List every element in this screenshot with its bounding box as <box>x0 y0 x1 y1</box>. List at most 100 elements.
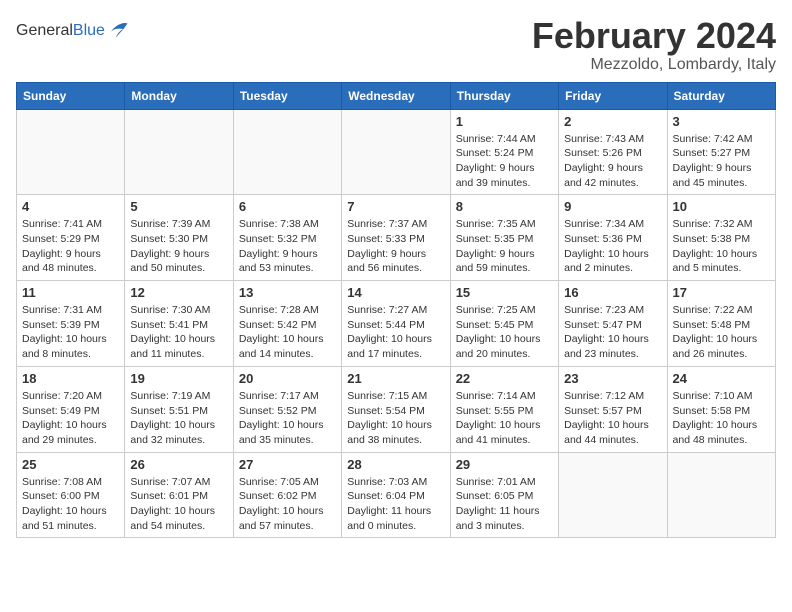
day-info: Sunrise: 7:44 AMSunset: 5:24 PMDaylight:… <box>456 132 553 191</box>
day-info: Sunrise: 7:41 AMSunset: 5:29 PMDaylight:… <box>22 217 119 276</box>
calendar-cell: 18 Sunrise: 7:20 AMSunset: 5:49 PMDayligh… <box>17 366 125 452</box>
day-info: Sunrise: 7:22 AMSunset: 5:48 PMDaylight:… <box>673 303 770 362</box>
day-number: 6 <box>239 199 336 214</box>
day-info: Sunrise: 7:30 AMSunset: 5:41 PMDaylight:… <box>130 303 227 362</box>
day-number: 1 <box>456 114 553 129</box>
weekday-header-friday: Friday <box>559 82 667 109</box>
logo-general-text: General <box>16 22 73 39</box>
day-info: Sunrise: 7:42 AMSunset: 5:27 PMDaylight:… <box>673 132 770 191</box>
calendar-cell: 14 Sunrise: 7:27 AMSunset: 5:44 PMDayligh… <box>342 281 450 367</box>
weekday-header-tuesday: Tuesday <box>233 82 341 109</box>
day-info: Sunrise: 7:38 AMSunset: 5:32 PMDaylight:… <box>239 217 336 276</box>
day-number: 13 <box>239 285 336 300</box>
logo: GeneralBlue <box>16 20 129 42</box>
calendar-week-row: 1 Sunrise: 7:44 AMSunset: 5:24 PMDaylight… <box>17 109 776 195</box>
day-info: Sunrise: 7:28 AMSunset: 5:42 PMDaylight:… <box>239 303 336 362</box>
calendar-table: SundayMondayTuesdayWednesdayThursdayFrid… <box>16 82 776 539</box>
day-info: Sunrise: 7:31 AMSunset: 5:39 PMDaylight:… <box>22 303 119 362</box>
calendar-cell: 21 Sunrise: 7:15 AMSunset: 5:54 PMDayligh… <box>342 366 450 452</box>
day-number: 24 <box>673 371 770 386</box>
day-number: 4 <box>22 199 119 214</box>
calendar-cell: 20Sunrise: 7:17 AMSunset: 5:52 PMDayligh… <box>233 366 341 452</box>
day-info: Sunrise: 7:23 AMSunset: 5:47 PMDaylight:… <box>564 303 661 362</box>
calendar-cell: 23 Sunrise: 7:12 AMSunset: 5:57 PMDayligh… <box>559 366 667 452</box>
calendar-cell: 12Sunrise: 7:30 AMSunset: 5:41 PMDayligh… <box>125 281 233 367</box>
day-number: 10 <box>673 199 770 214</box>
weekday-header-thursday: Thursday <box>450 82 558 109</box>
day-number: 18 <box>22 371 119 386</box>
day-info: Sunrise: 7:39 AMSunset: 5:30 PMDaylight:… <box>130 217 227 276</box>
day-number: 26 <box>130 457 227 472</box>
day-info: Sunrise: 7:08 AMSunset: 6:00 PMDaylight:… <box>22 475 119 534</box>
day-info: Sunrise: 7:27 AMSunset: 5:44 PMDaylight:… <box>347 303 444 362</box>
calendar-cell: 24 Sunrise: 7:10 AMSunset: 5:58 PMDayligh… <box>667 366 775 452</box>
calendar-cell: 19Sunrise: 7:19 AMSunset: 5:51 PMDayligh… <box>125 366 233 452</box>
day-number: 22 <box>456 371 553 386</box>
calendar-cell: 22 Sunrise: 7:14 AMSunset: 5:55 PMDayligh… <box>450 366 558 452</box>
day-number: 16 <box>564 285 661 300</box>
day-info: Sunrise: 7:12 AMSunset: 5:57 PMDaylight:… <box>564 389 661 448</box>
day-info: Sunrise: 7:35 AMSunset: 5:35 PMDaylight:… <box>456 217 553 276</box>
day-number: 27 <box>239 457 336 472</box>
day-info: Sunrise: 7:32 AMSunset: 5:38 PMDaylight:… <box>673 217 770 276</box>
calendar-cell: 26 Sunrise: 7:07 AMSunset: 6:01 PMDayligh… <box>125 452 233 538</box>
day-number: 11 <box>22 285 119 300</box>
weekday-header-wednesday: Wednesday <box>342 82 450 109</box>
day-number: 19 <box>130 371 227 386</box>
calendar-cell <box>125 109 233 195</box>
day-info: Sunrise: 7:05 AMSunset: 6:02 PMDaylight:… <box>239 475 336 534</box>
day-number: 17 <box>673 285 770 300</box>
weekday-header-saturday: Saturday <box>667 82 775 109</box>
weekday-header-row: SundayMondayTuesdayWednesdayThursdayFrid… <box>17 82 776 109</box>
calendar-cell <box>17 109 125 195</box>
day-number: 21 <box>347 371 444 386</box>
calendar-cell: 28Sunrise: 7:03 AMSunset: 6:04 PMDayligh… <box>342 452 450 538</box>
day-info: Sunrise: 7:14 AMSunset: 5:55 PMDaylight:… <box>456 389 553 448</box>
page-header: GeneralBlue February 2024 Mezzoldo, Lomb… <box>16 16 776 74</box>
calendar-cell <box>667 452 775 538</box>
calendar-week-row: 25 Sunrise: 7:08 AMSunset: 6:00 PMDayligh… <box>17 452 776 538</box>
weekday-header-monday: Monday <box>125 82 233 109</box>
day-number: 7 <box>347 199 444 214</box>
calendar-cell: 6 Sunrise: 7:38 AMSunset: 5:32 PMDaylight… <box>233 195 341 281</box>
day-info: Sunrise: 7:07 AMSunset: 6:01 PMDaylight:… <box>130 475 227 534</box>
calendar-cell: 15 Sunrise: 7:25 AMSunset: 5:45 PMDayligh… <box>450 281 558 367</box>
day-number: 15 <box>456 285 553 300</box>
calendar-cell: 27 Sunrise: 7:05 AMSunset: 6:02 PMDayligh… <box>233 452 341 538</box>
logo-bird-icon <box>107 20 129 42</box>
day-number: 14 <box>347 285 444 300</box>
day-number: 28 <box>347 457 444 472</box>
calendar-week-row: 11 Sunrise: 7:31 AMSunset: 5:39 PMDayligh… <box>17 281 776 367</box>
calendar-cell: 13 Sunrise: 7:28 AMSunset: 5:42 PMDayligh… <box>233 281 341 367</box>
calendar-cell: 8 Sunrise: 7:35 AMSunset: 5:35 PMDaylight… <box>450 195 558 281</box>
title-block: February 2024 Mezzoldo, Lombardy, Italy <box>532 16 776 74</box>
month-title: February 2024 <box>532 16 776 56</box>
calendar-cell: 7Sunrise: 7:37 AMSunset: 5:33 PMDaylight… <box>342 195 450 281</box>
day-info: Sunrise: 7:20 AMSunset: 5:49 PMDaylight:… <box>22 389 119 448</box>
day-number: 2 <box>564 114 661 129</box>
calendar-cell: 29 Sunrise: 7:01 AMSunset: 6:05 PMDayligh… <box>450 452 558 538</box>
day-number: 25 <box>22 457 119 472</box>
day-info: Sunrise: 7:15 AMSunset: 5:54 PMDaylight:… <box>347 389 444 448</box>
day-number: 8 <box>456 199 553 214</box>
day-number: 29 <box>456 457 553 472</box>
day-number: 9 <box>564 199 661 214</box>
calendar-cell: 3 Sunrise: 7:42 AMSunset: 5:27 PMDaylight… <box>667 109 775 195</box>
day-info: Sunrise: 7:01 AMSunset: 6:05 PMDaylight:… <box>456 475 553 534</box>
location: Mezzoldo, Lombardy, Italy <box>532 56 776 74</box>
day-info: Sunrise: 7:25 AMSunset: 5:45 PMDaylight:… <box>456 303 553 362</box>
calendar-cell <box>233 109 341 195</box>
calendar-cell: 1 Sunrise: 7:44 AMSunset: 5:24 PMDaylight… <box>450 109 558 195</box>
calendar-cell: 17 Sunrise: 7:22 AMSunset: 5:48 PMDayligh… <box>667 281 775 367</box>
weekday-header-sunday: Sunday <box>17 82 125 109</box>
day-info: Sunrise: 7:43 AMSunset: 5:26 PMDaylight:… <box>564 132 661 191</box>
day-info: Sunrise: 7:10 AMSunset: 5:58 PMDaylight:… <box>673 389 770 448</box>
calendar-week-row: 18 Sunrise: 7:20 AMSunset: 5:49 PMDayligh… <box>17 366 776 452</box>
calendar-cell: 11 Sunrise: 7:31 AMSunset: 5:39 PMDayligh… <box>17 281 125 367</box>
calendar-cell <box>342 109 450 195</box>
day-number: 3 <box>673 114 770 129</box>
calendar-week-row: 4 Sunrise: 7:41 AMSunset: 5:29 PMDaylight… <box>17 195 776 281</box>
calendar-cell: 2 Sunrise: 7:43 AMSunset: 5:26 PMDaylight… <box>559 109 667 195</box>
calendar-cell: 25 Sunrise: 7:08 AMSunset: 6:00 PMDayligh… <box>17 452 125 538</box>
day-number: 23 <box>564 371 661 386</box>
